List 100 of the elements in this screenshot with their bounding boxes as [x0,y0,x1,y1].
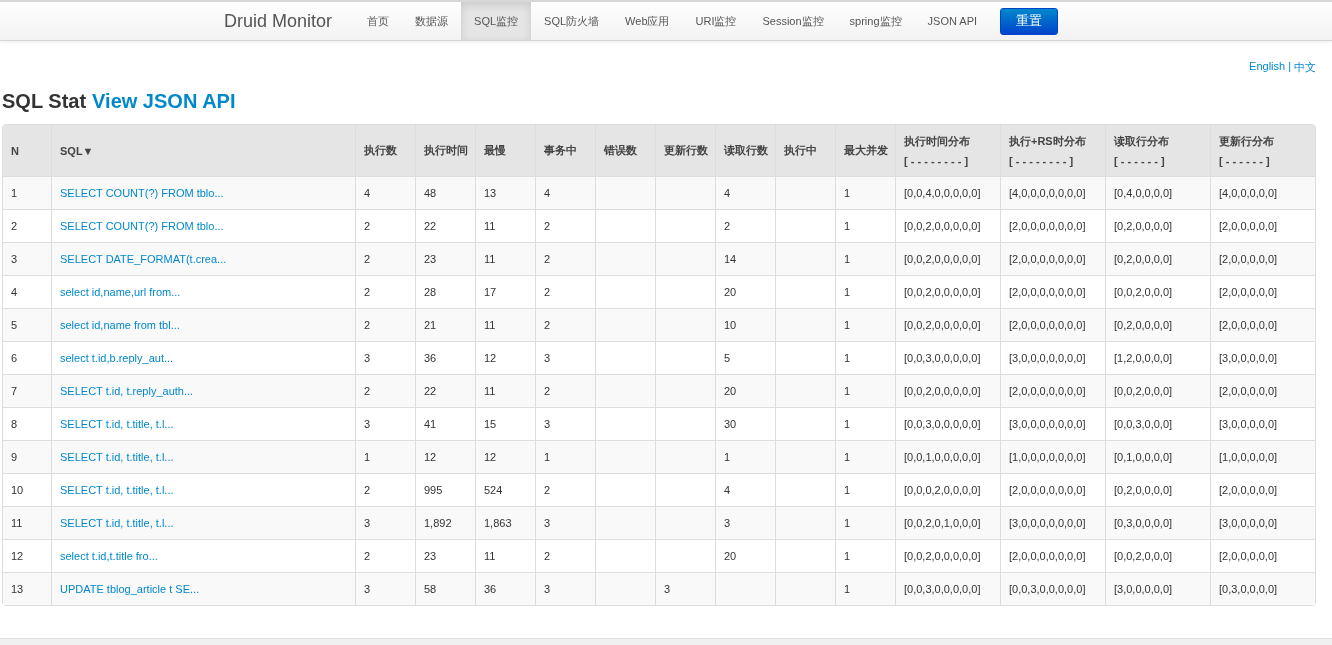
table-cell-text: 17 [484,286,497,298]
table-cell-text: 11 [484,319,496,331]
table-cell-text: 3 [364,583,371,595]
table-cell-text: [0,3,0,0,0,0] [1219,583,1278,595]
table-cell-text: [2,0,0,0,0,0,0,0] [1009,319,1086,331]
table-cell-text: 13 [484,187,497,199]
nav-tab[interactable]: 数据源 [402,2,462,40]
sql-link[interactable]: SELECT t.id, t.title, t.l... [60,484,174,496]
column-header[interactable]: 读取行分布 [1114,134,1202,149]
nav-tab[interactable]: Session监控 [749,2,837,40]
table-cell-text: 12 [11,550,24,562]
table-cell-text: [3,0,0,0,0,0] [1219,418,1278,430]
table-cell-text: [0,2,0,0,0,0] [1114,319,1173,331]
table-cell-text: 1 [364,451,371,463]
table-cell-text: 1 [844,583,851,595]
sql-link[interactable]: select id,name,url from... [60,286,181,298]
separator: | [1288,60,1291,74]
table-cell-text: [0,0,2,0,0,0,0,0] [904,550,981,562]
table-cell-text: 20 [724,385,737,397]
sql-link[interactable]: SELECT COUNT(?) FROM tblo... [60,220,224,232]
sql-link[interactable]: UPDATE tblog_article t SE... [60,583,200,595]
table-cell-text: 1 [844,451,851,463]
nav-tab[interactable]: Web应用 [612,2,683,40]
page-title: SQL Stat [2,89,87,113]
table-cell-text: [0,0,2,0,0,0,0,0] [904,286,981,298]
column-subheader: [ - - - - - - - - ] [904,155,970,167]
sql-link[interactable]: SELECT t.id, t.reply_auth... [60,385,194,397]
sql-link[interactable]: SELECT t.id, t.title, t.l... [60,451,174,463]
nav-tab[interactable]: spring监控 [836,2,915,40]
reset-button[interactable]: 重置 [1000,7,1059,35]
table-cell-text: 22 [424,220,437,232]
table-cell-text: 2 [544,220,551,232]
table-cell-text: 3 [544,418,551,430]
table-cell-text: [0,3,0,0,0,0] [1114,517,1173,529]
table-cell-text: 1 [844,484,851,496]
table-cell-text: 2 [544,484,551,496]
table-cell-text: 3 [544,517,551,529]
table-cell-text: 4 [724,484,731,496]
table-cell-text: [0,0,4,0,0,0,0,0] [904,187,981,199]
table-cell-text: [0,0,2,0,0,0,0,0] [904,385,981,397]
table-cell-text: 11 [484,253,496,265]
table-cell-text: [1,0,0,0,0,0,0,0] [1009,451,1086,463]
nav-tab[interactable]: JSON API [914,2,991,40]
table-cell-text: 3 [364,352,371,364]
table-cell-text: 41 [424,418,437,430]
table-cell-text: [0,0,2,0,0,0] [1114,550,1173,562]
table-cell-text: 58 [424,583,437,595]
table-cell-text: 3 [664,583,671,595]
table-cell-text: 2 [364,484,371,496]
table-cell-text: 13 [11,583,24,595]
table-cell-text: [0,0,2,0,0,0] [1114,286,1173,298]
table-cell-text: 12 [484,451,497,463]
table-cell-text: 36 [424,352,437,364]
sql-link[interactable]: select t.id,b.reply_aut... [60,352,174,364]
table-cell-text: 5 [11,319,18,331]
table-cell-text: 11 [11,517,23,529]
table-cell-text: [2,0,0,0,0,0] [1219,253,1278,265]
table-cell-text: 48 [424,187,437,199]
table-cell-text: 1 [844,286,851,298]
sql-link[interactable]: SELECT t.id, t.title, t.l... [60,418,174,430]
nav-tab[interactable]: SQL防火墙 [531,2,613,40]
nav-tab[interactable]: SQL监控 [461,2,532,40]
table-cell-text: [3,0,0,0,0,0] [1114,583,1173,595]
nav-tab[interactable]: 首页 [354,2,403,40]
table-cell-text: [2,0,0,0,0,0] [1219,319,1278,331]
table-cell-text: 23 [424,253,437,265]
column-header[interactable]: 执行时间分布 [904,134,992,149]
language-link[interactable]: 中文 [1294,60,1316,75]
table-cell-text: 20 [724,286,737,298]
table-cell-text: 2 [544,253,551,265]
table-cell-text: 30 [724,418,737,430]
table-cell-text: [0,0,3,0,0,0,0,0] [904,418,981,430]
language-link[interactable]: English [1249,60,1286,75]
table-cell-text: 28 [424,286,437,298]
column-header[interactable]: N [11,144,43,157]
sql-link[interactable]: SELECT t.id, t.title, t.l... [60,517,174,529]
table-cell-text: 11 [484,550,496,562]
table-cell-text: 2 [364,385,371,397]
table-cell-text: [3,0,0,0,0,0,0,0] [1009,352,1086,364]
sql-link[interactable]: select t.id,t.title fro... [60,550,158,562]
table-cell-text: [2,0,0,0,0,0] [1219,286,1278,298]
table-cell-text: 3 [724,517,731,529]
json-api-link[interactable]: View JSON API [92,89,236,113]
column-header[interactable]: 执行+RS时分布 [1009,134,1097,149]
nav-tab[interactable]: URI监控 [682,2,750,40]
sql-link[interactable]: SELECT COUNT(?) FROM tblo... [60,187,224,199]
table-cell-text: 7 [11,385,18,397]
sql-link[interactable]: select id,name from tbl... [60,319,180,331]
table-cell-text: 3 [11,253,18,265]
table-cell-text: 4 [11,286,18,298]
table-cell-text: [2,0,0,0,0,0,0,0] [1009,253,1086,265]
table-cell-text: 1 [844,418,851,430]
table-cell-text: 11 [484,220,496,232]
table-cell-text: [3,0,0,0,0,0,0,0] [1009,418,1086,430]
table-cell-text: [3,0,0,0,0,0] [1219,352,1278,364]
sql-link[interactable]: SELECT DATE_FORMAT(t.crea... [60,253,227,265]
table-cell-text: 1 [11,187,18,199]
table-cell-text: [0,0,3,0,0,0,0,0] [904,352,981,364]
column-header[interactable]: 更新行分布 [1219,134,1307,149]
table-cell-text: 2 [544,319,551,331]
